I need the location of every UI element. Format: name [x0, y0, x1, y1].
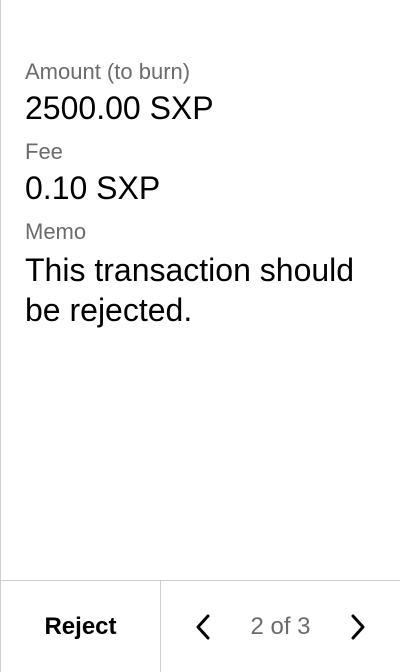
next-page-button[interactable] [344, 613, 372, 641]
fee-label: Fee [25, 139, 63, 164]
reject-button-label: Reject [44, 612, 117, 640]
memo-label: Memo [25, 219, 87, 244]
action-footer: Reject 2 of 3 [1, 580, 400, 672]
reject-button[interactable]: Reject [1, 581, 161, 672]
transaction-review-screen: Amount (to burn) 2500.00 SXP Fee 0.10 SX… [0, 0, 400, 672]
amount-label: Amount (to burn) [25, 59, 191, 84]
chevron-right-icon [351, 614, 365, 639]
fee-value: 0.10 SXP [25, 170, 161, 206]
previous-page-button[interactable] [189, 613, 217, 641]
transaction-details: Amount (to burn) 2500.00 SXP Fee 0.10 SX… [25, 58, 380, 330]
chevron-left-icon [196, 614, 210, 639]
memo-value: This transaction should be rejected. [25, 252, 355, 328]
page-indicator: 2 of 3 [250, 612, 311, 640]
pagination-controls: 2 of 3 [161, 581, 400, 672]
amount-value: 2500.00 SXP [25, 90, 214, 126]
